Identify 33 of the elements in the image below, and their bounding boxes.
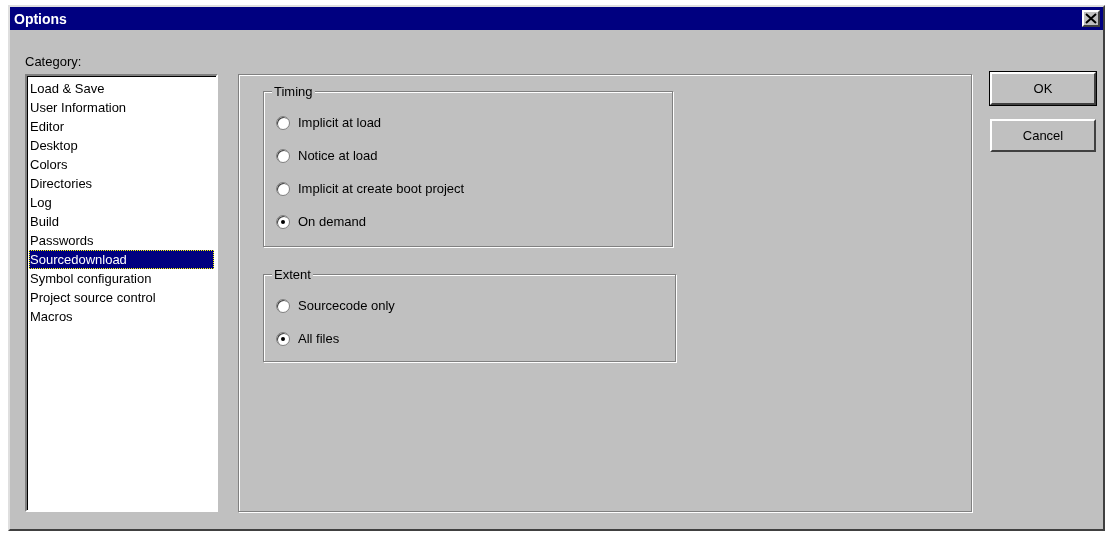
option-label[interactable]: On demand	[298, 214, 366, 229]
category-item[interactable]: Macros	[29, 307, 214, 326]
close-icon	[1085, 13, 1097, 24]
category-item[interactable]: Load & Save	[29, 79, 214, 98]
category-item[interactable]: Project source control	[29, 288, 214, 307]
category-item[interactable]: Desktop	[29, 136, 214, 155]
category-item[interactable]: Log	[29, 193, 214, 212]
category-item[interactable]: Build	[29, 212, 214, 231]
category-item[interactable]: Symbol configuration	[29, 269, 214, 288]
group-title: Timing	[272, 84, 315, 99]
category-item[interactable]: Passwords	[29, 231, 214, 250]
close-button[interactable]	[1082, 10, 1100, 27]
category-label: Category:	[25, 54, 83, 71]
category-item[interactable]: Sourcedownload	[29, 250, 214, 269]
category-item[interactable]: Editor	[29, 117, 214, 136]
category-item[interactable]: Directories	[29, 174, 214, 193]
category-item[interactable]: User Information	[29, 98, 214, 117]
category-item[interactable]: Colors	[29, 155, 214, 174]
radio-button[interactable]	[276, 331, 290, 346]
dialog-button[interactable]: OK	[990, 72, 1096, 105]
option-label[interactable]: Sourcecode only	[298, 298, 395, 313]
option-label[interactable]: Implicit at load	[298, 115, 382, 130]
group-title: Extent	[272, 267, 313, 282]
dialog-button[interactable]: Cancel	[990, 119, 1096, 152]
option-label[interactable]: Notice at load	[298, 148, 378, 163]
radio-button[interactable]	[276, 298, 290, 313]
option-label[interactable]: All files	[298, 331, 340, 346]
radio-button[interactable]	[276, 148, 290, 163]
radio-button[interactable]	[276, 115, 290, 130]
radio-button[interactable]	[276, 181, 290, 196]
radio-button[interactable]	[276, 214, 290, 229]
window-title: Options	[14, 10, 67, 27]
option-label[interactable]: Implicit at create boot project	[298, 181, 465, 196]
